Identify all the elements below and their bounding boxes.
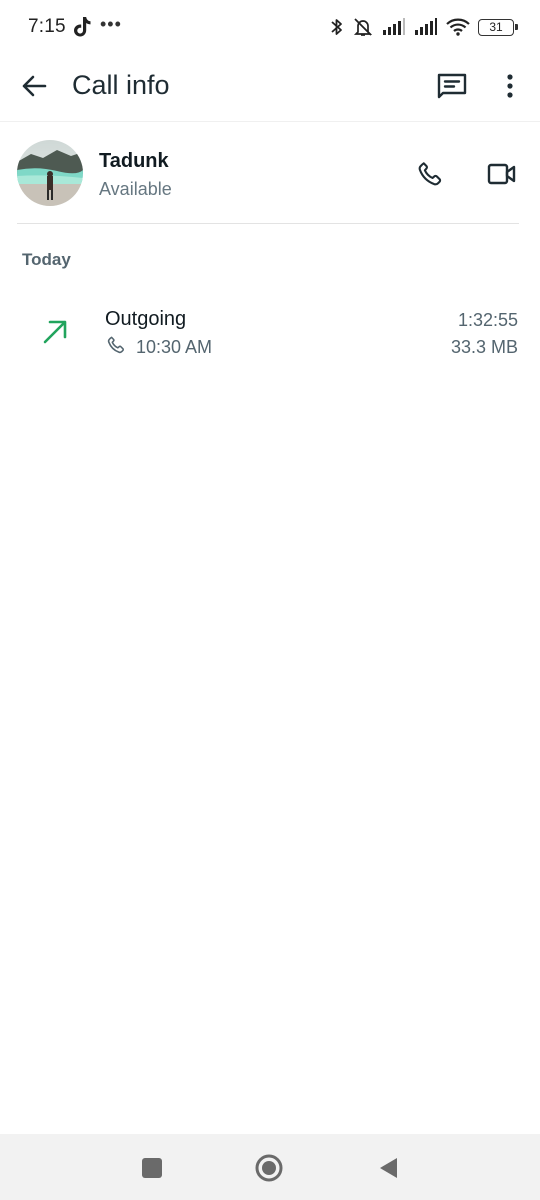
status-icons: 31 [330, 14, 518, 40]
call-time: 10:30 AM [136, 337, 213, 357]
vibrate-off-icon [353, 18, 373, 36]
tiktok-icon [74, 16, 92, 38]
more-options-button[interactable] [492, 68, 528, 104]
call-duration: 1:32:55 [457, 310, 518, 330]
more-notifications-icon: ••• [100, 14, 122, 34]
phone-icon [418, 162, 442, 186]
divider [17, 223, 519, 224]
bluetooth-icon [331, 19, 342, 35]
status-time: 7:15 [28, 16, 66, 37]
circle-icon [255, 1154, 283, 1182]
avatar[interactable] [17, 140, 83, 206]
battery-icon: 31 [478, 18, 518, 36]
recents-button[interactable] [136, 1152, 168, 1184]
home-button[interactable] [253, 1152, 285, 1184]
app-bar: Call info [0, 54, 540, 122]
wifi-icon [446, 18, 470, 36]
triangle-back-icon [380, 1158, 397, 1178]
contact-name: Tadunk [99, 150, 169, 172]
more-vert-icon [507, 74, 513, 98]
message-button[interactable] [432, 68, 472, 104]
signal-icon [415, 18, 437, 35]
contact-row[interactable]: Tadunk Available [0, 124, 540, 224]
message-icon [437, 73, 467, 99]
call-type: Outgoing [105, 308, 187, 330]
call-log-item[interactable]: Outgoing 10:30 AM 1:32:55 33.3 MB [0, 296, 540, 368]
back-nav-button[interactable] [372, 1152, 404, 1184]
video-call-button[interactable] [482, 154, 522, 194]
video-camera-icon [487, 163, 516, 185]
battery-level: 31 [489, 19, 503, 34]
page-title: Call info [72, 70, 170, 100]
back-button[interactable] [16, 68, 52, 104]
navigation-bar [0, 1134, 540, 1200]
signal-icon [383, 18, 405, 35]
voice-call-button[interactable] [410, 154, 450, 194]
arrow-back-icon [22, 75, 47, 97]
section-label-today: Today [22, 250, 71, 269]
contact-status: Available [99, 179, 172, 199]
outgoing-arrow-icon [43, 320, 67, 344]
phone-icon [107, 336, 124, 354]
status-bar: 7:15 ••• 31 [0, 0, 540, 54]
call-data-size: 33.3 MB [450, 337, 518, 357]
square-icon [142, 1158, 162, 1178]
